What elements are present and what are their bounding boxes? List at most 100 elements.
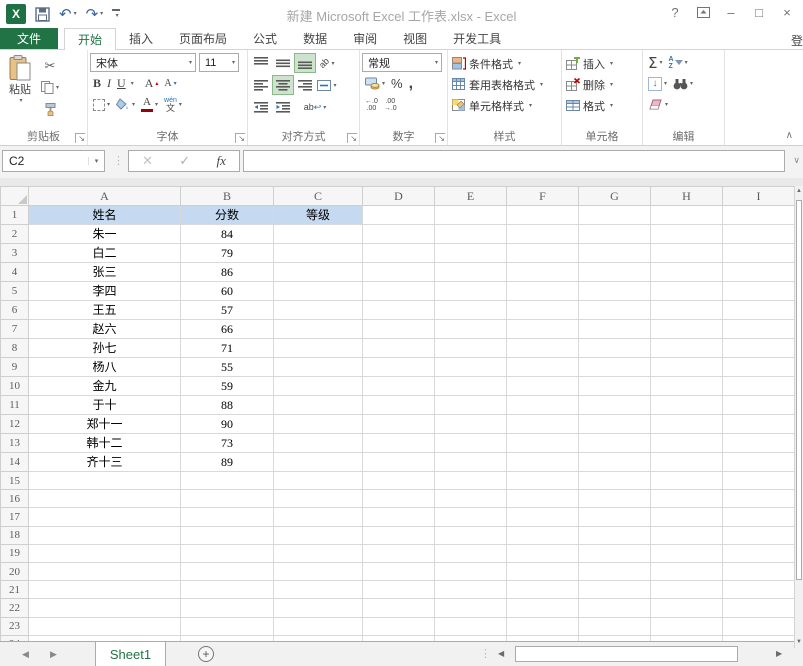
tab-review[interactable]: 审阅 (340, 28, 390, 49)
cell-E4[interactable] (435, 263, 507, 282)
cell-B19[interactable] (181, 544, 274, 562)
cell-D13[interactable] (363, 434, 435, 453)
cell-H15[interactable] (651, 472, 723, 490)
cell-A17[interactable] (29, 508, 181, 526)
cell-A15[interactable] (29, 472, 181, 490)
formula-bar-splitter[interactable]: ⋮ (113, 154, 124, 167)
cell-G14[interactable] (579, 453, 651, 472)
cell-C10[interactable] (274, 377, 363, 396)
cell-H23[interactable] (651, 617, 723, 635)
cell-G8[interactable] (579, 339, 651, 358)
cell-F13[interactable] (507, 434, 579, 453)
conditional-formatting-button[interactable]: 条件格式 ▾ (450, 53, 559, 74)
cell-C7[interactable] (274, 320, 363, 339)
delete-cells-button[interactable]: 删除 ▾ (564, 74, 640, 95)
cell-G16[interactable] (579, 490, 651, 508)
cell-H7[interactable] (651, 320, 723, 339)
copy-dropdown-icon[interactable]: ▾ (56, 84, 59, 91)
cell-D5[interactable] (363, 282, 435, 301)
percent-style-button[interactable]: % (388, 74, 406, 93)
row-header-6[interactable]: 6 (1, 301, 29, 320)
cell-B21[interactable] (181, 581, 274, 599)
cell-A6[interactable]: 王五 (29, 301, 181, 320)
cell-F14[interactable] (507, 453, 579, 472)
cell-D22[interactable] (363, 599, 435, 617)
cell-F9[interactable] (507, 358, 579, 377)
cell-F19[interactable] (507, 544, 579, 562)
cell-G11[interactable] (579, 396, 651, 415)
cell-C14[interactable] (274, 453, 363, 472)
new-sheet-button[interactable]: + (198, 646, 214, 662)
cell-I12[interactable] (723, 415, 795, 434)
cell-H22[interactable] (651, 599, 723, 617)
cell-D11[interactable] (363, 396, 435, 415)
insert-cells-button[interactable]: 插入 ▾ (564, 53, 640, 74)
cell-H1[interactable] (651, 206, 723, 225)
cell-G3[interactable] (579, 244, 651, 263)
font-name-combo[interactable]: 宋体▾ (90, 53, 196, 72)
cell-D7[interactable] (363, 320, 435, 339)
cell-C21[interactable] (274, 581, 363, 599)
cell-A10[interactable]: 金九 (29, 377, 181, 396)
cell-F17[interactable] (507, 508, 579, 526)
cell-C2[interactable] (274, 225, 363, 244)
cell-E13[interactable] (435, 434, 507, 453)
cell-B13[interactable]: 73 (181, 434, 274, 453)
cell-E9[interactable] (435, 358, 507, 377)
cell-C15[interactable] (274, 472, 363, 490)
cell-A5[interactable]: 李四 (29, 282, 181, 301)
align-bottom-button[interactable] (294, 53, 316, 73)
cell-I7[interactable] (723, 320, 795, 339)
cell-G20[interactable] (579, 562, 651, 580)
row-header-19[interactable]: 19 (1, 544, 29, 562)
cell-G22[interactable] (579, 599, 651, 617)
row-header-15[interactable]: 15 (1, 472, 29, 490)
row-header-10[interactable]: 10 (1, 377, 29, 396)
cell-D6[interactable] (363, 301, 435, 320)
cell-A13[interactable]: 韩十二 (29, 434, 181, 453)
cell-D18[interactable] (363, 526, 435, 544)
horizontal-scroll-thumb[interactable] (515, 646, 738, 662)
cell-D3[interactable] (363, 244, 435, 263)
cell-H8[interactable] (651, 339, 723, 358)
row-header-5[interactable]: 5 (1, 282, 29, 301)
cell-A11[interactable]: 于十 (29, 396, 181, 415)
row-header-1[interactable]: 1 (1, 206, 29, 225)
cell-F11[interactable] (507, 396, 579, 415)
cell-E19[interactable] (435, 544, 507, 562)
sheet-next-button[interactable]: ▶ (50, 649, 57, 660)
wrap-text-button[interactable]: ab↩▾ (300, 97, 330, 117)
collapse-ribbon-button[interactable]: ∧ (786, 130, 793, 141)
cell-A2[interactable]: 朱一 (29, 225, 181, 244)
cell-E2[interactable] (435, 225, 507, 244)
cell-B10[interactable]: 59 (181, 377, 274, 396)
cell-I15[interactable] (723, 472, 795, 490)
cell-D8[interactable] (363, 339, 435, 358)
cell-I8[interactable] (723, 339, 795, 358)
decrease-decimal-button[interactable]: .00→.0 (381, 95, 400, 114)
cell-I10[interactable] (723, 377, 795, 396)
phonetic-guide-button[interactable]: wén文▾ (161, 95, 185, 114)
column-header-I[interactable]: I (723, 187, 795, 206)
cell-B22[interactable] (181, 599, 274, 617)
tab-data[interactable]: 数据 (290, 28, 340, 49)
fill-button[interactable]: ↓▾ (645, 74, 670, 93)
format-as-table-button[interactable]: 套用表格格式 ▾ (450, 74, 559, 95)
insert-function-button[interactable]: fx (216, 153, 225, 169)
cell-I2[interactable] (723, 225, 795, 244)
formula-input[interactable] (243, 150, 785, 172)
cell-B8[interactable]: 71 (181, 339, 274, 358)
cell-F6[interactable] (507, 301, 579, 320)
cell-I23[interactable] (723, 617, 795, 635)
decrease-indent-button[interactable] (250, 97, 272, 117)
row-header-3[interactable]: 3 (1, 244, 29, 263)
bold-button[interactable]: B (90, 74, 104, 93)
cell-H20[interactable] (651, 562, 723, 580)
row-header-9[interactable]: 9 (1, 358, 29, 377)
cell-B4[interactable]: 86 (181, 263, 274, 282)
tab-formulas[interactable]: 公式 (240, 28, 290, 49)
cell-B23[interactable] (181, 617, 274, 635)
cell-D1[interactable] (363, 206, 435, 225)
cell-F22[interactable] (507, 599, 579, 617)
scroll-left-button[interactable]: ◀ (498, 649, 504, 658)
